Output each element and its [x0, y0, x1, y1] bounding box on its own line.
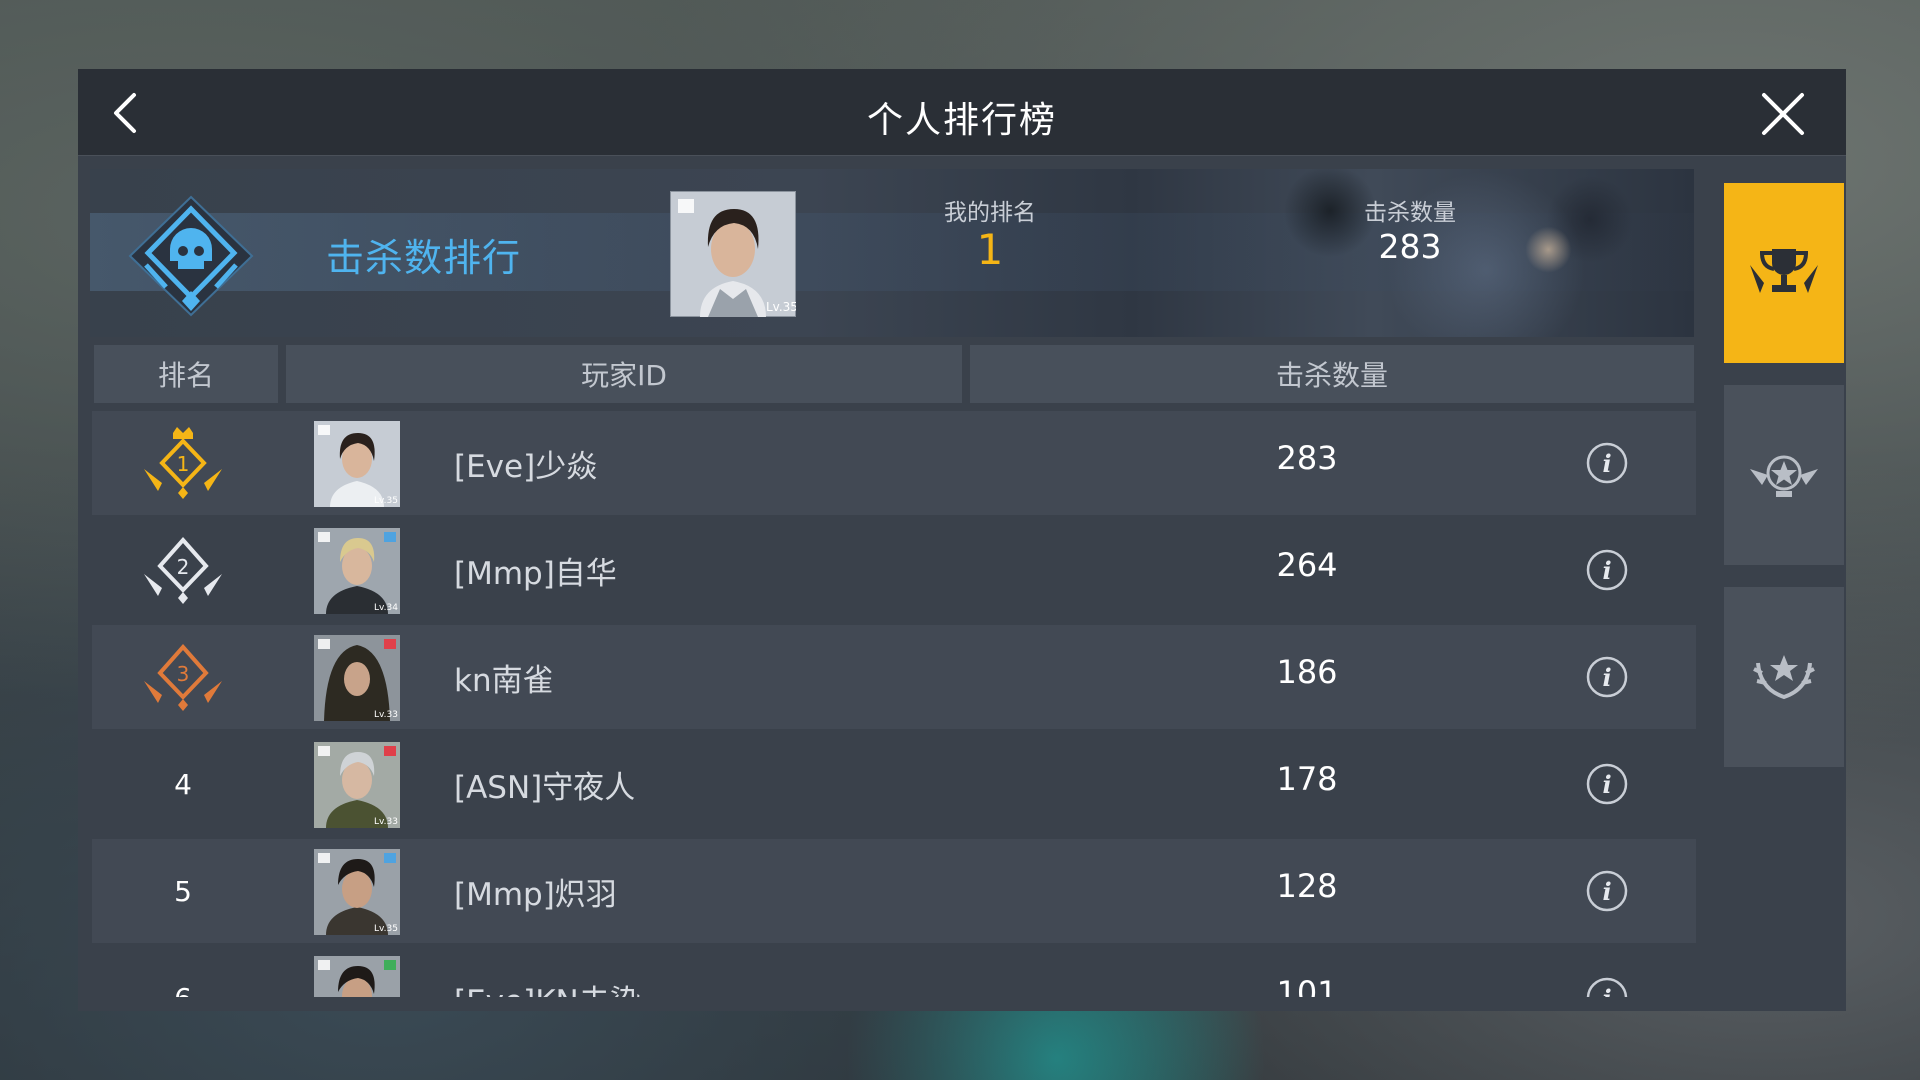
ranking-list[interactable]: 1 Lv.35 [Eve]少焱 283 i 2 Lv.34 [Mmp]自华 26… [92, 411, 1696, 997]
gold-rank-badge-icon: 1 [144, 427, 222, 499]
kills-label: 击杀数量 [1364, 200, 1456, 226]
rank-number: 5 [174, 874, 192, 908]
player-name: [ASN]守夜人 [454, 770, 636, 806]
rank-cell: 3 [92, 625, 274, 729]
close-button[interactable] [1760, 91, 1806, 137]
player-name: [Mmp]炽羽 [454, 877, 617, 913]
kill-count: 128 [1276, 867, 1338, 905]
kill-count: 178 [1276, 760, 1338, 798]
my-rank-value: 1 [976, 225, 1004, 274]
info-icon: i [1602, 984, 1611, 997]
info-icon: i [1602, 877, 1611, 906]
player-name: [Eve]KN去染 [454, 976, 641, 997]
avatar-level: Lv.34 [374, 603, 398, 613]
rank-number: 1 [177, 452, 190, 476]
ranking-row[interactable]: 5 Lv.35 [Mmp]炽羽 128 i [92, 839, 1696, 943]
info-icon: i [1602, 770, 1611, 799]
my-rank-summary: 击杀数排行 Lv.35 我的排名 1 击杀数量 283 [90, 169, 1694, 337]
kill-count: 186 [1276, 653, 1338, 691]
rank-cell: 1 [92, 411, 274, 515]
avatar-level: Lv.33 [374, 817, 398, 827]
column-header-player-id: 玩家ID [286, 345, 962, 403]
my-avatar-level: Lv.35 [766, 300, 796, 314]
column-header-rank: 排名 [94, 345, 278, 403]
trophy-icon [1750, 249, 1818, 293]
column-header-kills: 击杀数量 [970, 345, 1694, 403]
avatar-level: Lv.35 [374, 924, 398, 934]
kills-value: 283 [1378, 227, 1442, 266]
info-icon: i [1602, 556, 1611, 585]
rank-cell: 6 [92, 946, 274, 998]
player-name: [Eve]少焱 [454, 449, 598, 485]
player-avatar[interactable]: Lv.35 [314, 849, 400, 935]
avatar-level: Lv.35 [374, 496, 398, 506]
my-rank-label: 我的排名 [944, 200, 1036, 226]
rank-number: 3 [177, 662, 190, 686]
tab-honor-ranking[interactable] [1724, 587, 1844, 767]
tab-guild-ranking[interactable] [1724, 385, 1844, 565]
kill-count: 264 [1276, 546, 1338, 584]
ranking-row[interactable]: 1 Lv.35 [Eve]少焱 283 i [92, 411, 1696, 515]
close-icon [1762, 93, 1804, 135]
category-label: 击杀数排行 [326, 236, 522, 280]
player-avatar[interactable] [314, 956, 400, 997]
rank-number: 4 [174, 767, 192, 801]
leaderboard-panel: 个人排行榜 击杀数排行 Lv.35 我的排名 1 击杀数量 283 排名 玩家I… [78, 69, 1846, 1011]
rank-cell: 5 [92, 839, 274, 943]
rank-cell: 2 [92, 518, 274, 622]
info-button[interactable]: i [1586, 549, 1628, 591]
rank-number: 6 [174, 982, 192, 998]
info-button[interactable]: i [1586, 870, 1628, 912]
my-avatar[interactable]: Lv.35 [670, 191, 796, 317]
page-title: 个人排行榜 [866, 100, 1057, 141]
player-avatar[interactable]: Lv.33 [314, 635, 400, 721]
avatar-level: Lv.33 [374, 710, 398, 720]
title-bar: 个人排行榜 [78, 69, 1846, 156]
ranking-row[interactable]: 2 Lv.34 [Mmp]自华 264 i [92, 518, 1696, 622]
skull-emblem-icon [128, 195, 254, 317]
player-name: [Mmp]自华 [454, 556, 617, 592]
tab-personal-ranking[interactable] [1724, 183, 1844, 363]
info-icon: i [1602, 663, 1611, 692]
info-button[interactable]: i [1586, 977, 1628, 997]
info-button[interactable]: i [1586, 442, 1628, 484]
player-avatar[interactable]: Lv.35 [314, 421, 400, 507]
laurel-icon [1753, 655, 1815, 700]
info-button[interactable]: i [1586, 763, 1628, 805]
bronze-rank-badge-icon: 3 [144, 643, 222, 711]
star-wings-icon [1750, 455, 1818, 497]
rank-number: 2 [177, 555, 190, 579]
info-button[interactable]: i [1586, 656, 1628, 698]
rank-cell: 4 [92, 732, 274, 836]
ranking-row[interactable]: 6 [Eve]KN去染 101 i [92, 946, 1696, 997]
ranking-row[interactable]: 3 Lv.33 kn南雀 186 i [92, 625, 1696, 729]
player-avatar[interactable]: Lv.34 [314, 528, 400, 614]
player-avatar[interactable]: Lv.33 [314, 742, 400, 828]
player-name: kn南雀 [454, 663, 554, 699]
silver-rank-badge-icon: 2 [144, 536, 222, 604]
ranking-row[interactable]: 4 Lv.33 [ASN]守夜人 178 i [92, 732, 1696, 836]
info-icon: i [1602, 449, 1611, 478]
kill-count: 283 [1276, 439, 1338, 477]
kill-count: 101 [1276, 974, 1338, 997]
